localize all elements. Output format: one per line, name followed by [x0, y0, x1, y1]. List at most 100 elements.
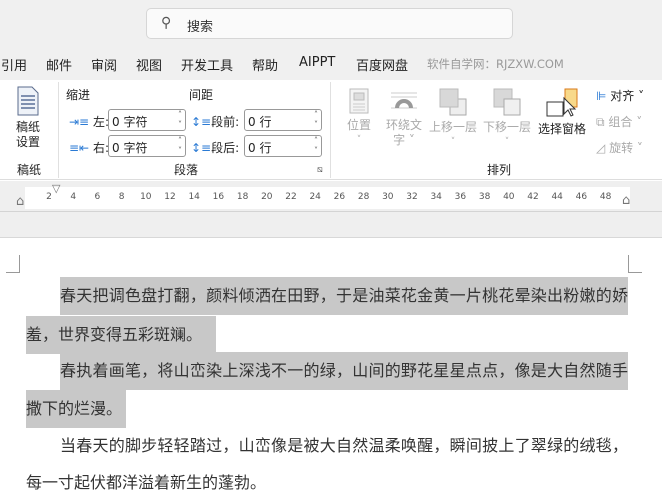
indent-right-value: 0 字符 — [112, 141, 148, 155]
spin-arrows-icon[interactable]: ˄ ˅ — [178, 110, 182, 130]
indent-left-label: 左: — [92, 115, 109, 129]
ruler-tick-label: 26 — [333, 192, 346, 202]
spacing-after-stepper[interactable]: 0 行 ˄ ˅ — [244, 135, 322, 157]
text-line[interactable]: 当春天的脚步轻轻踏过，山峦像是被大自然温柔唤醒，瞬间披上了翠绿的绒毯， — [26, 427, 628, 465]
ruler-tick-label: 28 — [357, 192, 370, 202]
ruler-tick-label: 16 — [212, 192, 225, 202]
search-icon: ⚲ — [161, 15, 172, 31]
tab-baidu-netdisk[interactable]: 百度网盘 — [356, 55, 408, 74]
ruler-tick-label: 8 — [118, 192, 125, 202]
selection-pane-button[interactable]: 选择窗格 — [536, 88, 588, 137]
tab-aippt[interactable]: AIPPT — [299, 55, 335, 70]
position-button[interactable]: 位置 ˅ — [341, 88, 377, 148]
spacing-after-value: 0 行 — [248, 141, 272, 155]
ruler-tick-label: 36 — [454, 192, 467, 202]
ruler-tick-label: 2 — [46, 192, 52, 202]
bring-forward-label: 上移一层 — [428, 120, 477, 134]
spin-arrows-icon[interactable]: ˄ ˅ — [178, 136, 182, 156]
ruler-tick-label: 10 — [140, 192, 152, 202]
position-icon — [349, 88, 369, 114]
ribbon-tabs: 引用 邮件 审阅 视图 开发工具 帮助 AIPPT 百度网盘 软件自学网：RJZ… — [0, 48, 662, 80]
ruler-tick-label: 34 — [430, 192, 442, 202]
tab-review[interactable]: 审阅 — [91, 55, 117, 74]
selected-text-line[interactable]: 羞，世界变得五彩斑斓。 — [26, 316, 216, 354]
indent-left-value: 0 字符 — [112, 115, 148, 129]
send-backward-button[interactable]: 下移一层 ˅ — [481, 88, 533, 150]
ruler-tick-label: 18 — [236, 192, 249, 202]
dialog-launcher-icon[interactable]: ⧅ — [317, 165, 323, 175]
group-button[interactable]: ⧉ 组合 ˅ — [596, 113, 642, 130]
selected-text-line[interactable]: 春执着画笔，将山峦染上深浅不一的绿，山间的野花星星点点，像是大自然随手 — [26, 352, 628, 390]
horizontal-ruler[interactable]: 2 4 6 8 10 12 14 16 18 20 22 24 26 28 30 32 34 36 38 40 42 44… — [25, 187, 630, 209]
rotate-icon: ◿ — [596, 141, 606, 155]
ruler-tick-label: 12 — [164, 192, 176, 202]
position-label: 位置 — [346, 118, 371, 132]
group-label-arrange: 排列 — [487, 163, 512, 177]
indent-right-label: 右: — [92, 141, 109, 155]
wrap-label-2: 字 — [393, 133, 406, 147]
search-input[interactable]: ⚲ 搜索 — [146, 8, 513, 39]
ruler-tick-label: 30 — [382, 192, 394, 202]
spacing-before-label: 段前: — [211, 115, 240, 129]
group-label-gaozhi: 稿纸 — [17, 163, 42, 177]
ruler-tick-label: 46 — [575, 192, 588, 202]
margin-corner-left — [6, 255, 20, 273]
align-label: 对齐 — [610, 89, 635, 103]
tab-mailings[interactable]: 邮件 — [46, 55, 72, 74]
spacing-after-icon: ↕≡ — [191, 141, 212, 155]
spacing-after-label: 段后: — [211, 141, 240, 155]
ruler-tick-label: 6 — [94, 192, 101, 202]
align-icon: ⊫ — [596, 89, 607, 103]
bring-forward-icon — [439, 88, 467, 116]
selected-text-line[interactable]: 春天把调色盘打翻，颜料倾洒在田野，于是油菜花金黄一片桃花晕染出粉嫩的娇 — [26, 277, 628, 315]
ruler-tick-label: 40 — [503, 192, 515, 202]
right-indent-marker-icon[interactable]: ⌂ — [622, 193, 630, 208]
divider — [0, 211, 662, 212]
wrap-text-icon — [391, 92, 417, 109]
ribbon: 稿纸 设置 稿纸 缩进 间距 ⇥≡ 左: 0 字符 ˄ ˅ ≡⇤ 右: 0 字符 ˄ ˅… — [0, 80, 662, 180]
text-line[interactable]: 每一寸起伏都洋溢着新生的蓬勃。 — [26, 464, 266, 502]
tab-help[interactable]: 帮助 — [252, 55, 278, 74]
rotate-button[interactable]: ◿ 旋转 ˅ — [596, 139, 643, 156]
ruler-tick-label: 24 — [309, 192, 321, 202]
group-label-paragraph: 段落 — [174, 163, 199, 177]
ruler-tick-label: 38 — [478, 192, 491, 202]
ruler-tick-label: 4 — [70, 192, 77, 202]
indent-right-stepper[interactable]: 0 字符 ˄ ˅ — [108, 135, 186, 157]
ruler-tick-label: 32 — [406, 192, 418, 202]
watermark: 软件自学网：RJZXW.COM — [427, 57, 564, 71]
manuscript-paper-icon — [17, 86, 39, 116]
ruler-tick-label: 22 — [285, 192, 297, 202]
send-backward-label: 下移一层 — [482, 120, 531, 134]
spin-arrows-icon[interactable]: ˄ ˅ — [314, 110, 318, 130]
gaozhi-label-2: 设置 — [15, 135, 40, 149]
ruler-area: 2 4 6 8 10 12 14 16 18 20 22 24 26 28 30 32 34 36 38 40 42 44… — [0, 181, 662, 238]
align-button[interactable]: ⊫ 对齐 ˅ — [596, 87, 644, 104]
spacing-before-value: 0 行 — [248, 115, 272, 129]
spacing-before-icon: ↕≡ — [191, 115, 212, 129]
bring-forward-button[interactable]: 上移一层 ˅ — [427, 88, 479, 150]
group-icon: ⧉ — [596, 115, 605, 129]
tab-view[interactable]: 视图 — [136, 55, 162, 74]
send-backward-icon — [493, 88, 521, 116]
indent-label: 缩进 — [66, 88, 91, 102]
selected-text-line[interactable]: 撒下的烂漫。 — [26, 390, 126, 428]
first-line-indent-marker-icon[interactable]: ▽ — [52, 182, 60, 195]
ruler-tick-label: 48 — [599, 192, 612, 202]
spacing-before-stepper[interactable]: 0 行 ˄ ˅ — [244, 109, 322, 131]
divider — [330, 82, 331, 178]
rotate-label: 旋转 — [609, 141, 634, 155]
tab-developer[interactable]: 开发工具 — [181, 55, 233, 74]
gaozhi-label-1: 稿纸 — [15, 120, 40, 134]
margin-corner-right — [628, 255, 642, 273]
gaozhi-settings-button[interactable]: 稿纸 设置 — [8, 86, 48, 150]
wrap-text-button[interactable]: 环绕文字 ˅ — [381, 88, 427, 148]
spin-arrows-icon[interactable]: ˄ ˅ — [314, 136, 318, 156]
indent-left-stepper[interactable]: 0 字符 ˄ ˅ — [108, 109, 186, 131]
ruler-tick-label: 42 — [527, 192, 539, 202]
selection-pane-icon — [546, 88, 578, 117]
left-indent-marker-icon[interactable]: ⌂ — [16, 194, 24, 209]
tab-references[interactable]: 引用 — [1, 55, 27, 74]
ruler-tick-label: 20 — [261, 192, 273, 202]
search-placeholder: 搜索 — [187, 20, 214, 35]
